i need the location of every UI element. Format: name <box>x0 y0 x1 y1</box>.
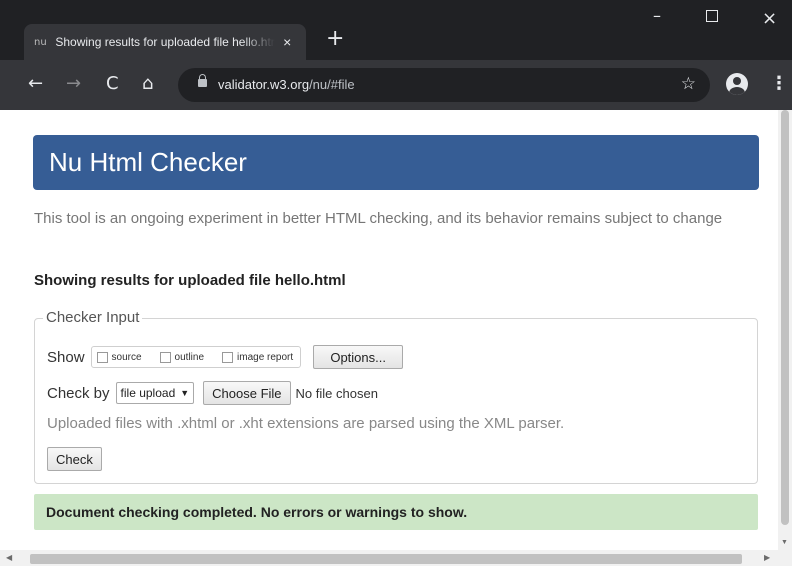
show-options-group: source outline image report <box>90 346 302 368</box>
check-by-value: file upload <box>120 386 176 400</box>
show-outline-option[interactable]: outline <box>159 351 204 363</box>
lock-icon[interactable] <box>198 74 207 87</box>
reload-icon[interactable]: C <box>106 74 119 94</box>
star-icon[interactable]: ☆ <box>681 74 696 94</box>
xml-parser-note: Uploaded files with .xhtml or .xht exten… <box>47 415 565 432</box>
check-by-select[interactable]: file upload ▼ <box>115 382 195 404</box>
page-banner: Nu Html Checker <box>33 135 759 190</box>
profile-icon[interactable] <box>726 73 748 95</box>
scroll-right-arrow-icon[interactable]: ▶ <box>764 553 770 562</box>
url-path: /nu/#file <box>309 77 355 92</box>
home-icon[interactable]: ⌂ <box>142 74 153 94</box>
browser-tab[interactable]: nu Showing results for uploaded file hel… <box>24 24 306 60</box>
address-url[interactable]: validator.w3.org/nu/#file <box>218 77 355 92</box>
horizontal-scrollbar[interactable]: ◀ ▶ <box>0 550 792 566</box>
tab-close-icon[interactable]: × <box>279 34 296 50</box>
dropdown-arrow-icon: ▼ <box>180 388 190 398</box>
browser-titlebar: nu Showing results for uploaded file hel… <box>0 0 792 60</box>
checker-input-fieldset: Checker Input Show source outline image … <box>34 309 758 484</box>
check-by-label: Check by <box>47 384 110 402</box>
horizontal-scroll-thumb[interactable] <box>30 554 742 564</box>
success-message-box: Document checking completed. No errors o… <box>34 494 758 530</box>
results-heading: Showing results for uploaded file hello.… <box>34 272 346 289</box>
outline-label[interactable]: outline <box>175 352 204 363</box>
success-message: Document checking completed. No errors o… <box>46 504 468 520</box>
vertical-scrollbar[interactable]: ▼ <box>778 110 792 550</box>
vertical-scroll-thumb[interactable] <box>781 110 789 525</box>
options-button[interactable]: Options... <box>313 345 404 369</box>
menu-icon[interactable]: ⋮ <box>770 74 788 94</box>
source-checkbox[interactable] <box>96 351 108 363</box>
choose-file-button[interactable]: Choose File <box>203 381 291 405</box>
check-by-row: Check by file upload ▼ Choose File No fi… <box>47 381 378 405</box>
new-tab-button[interactable]: + <box>326 28 344 50</box>
url-host: validator.w3.org <box>218 77 310 92</box>
image-report-label[interactable]: image report <box>237 352 293 363</box>
image-report-checkbox[interactable] <box>222 351 234 363</box>
no-file-status: No file chosen <box>295 385 378 401</box>
favicon-icon: nu <box>34 36 47 48</box>
page-title: Nu Html Checker <box>49 147 247 177</box>
show-source-option[interactable]: source <box>96 351 142 363</box>
scroll-left-arrow-icon[interactable]: ◀ <box>6 553 12 562</box>
show-label: Show <box>47 348 85 366</box>
forward-arrow-icon[interactable]: → <box>66 74 81 94</box>
source-label[interactable]: source <box>112 352 142 363</box>
show-image-report-option[interactable]: image report <box>222 351 293 363</box>
check-button[interactable]: Check <box>47 447 102 471</box>
show-row: Show source outline image report Options… <box>47 345 404 369</box>
tab-title: Showing results for uploaded file hello.… <box>55 35 274 49</box>
intro-text: This tool is an ongoing experiment in be… <box>34 210 723 227</box>
window-close-icon[interactable]: × <box>762 8 777 29</box>
browser-toolbar: ← → C ⌂ validator.w3.org/nu/#file ☆ ⋮ <box>0 60 792 110</box>
checker-input-legend: Checker Input <box>43 309 143 326</box>
minimize-icon[interactable]: – <box>653 6 661 25</box>
maximize-icon[interactable] <box>706 10 718 22</box>
outline-checkbox[interactable] <box>159 351 171 363</box>
scroll-down-arrow-icon[interactable]: ▼ <box>781 539 788 546</box>
back-arrow-icon[interactable]: ← <box>28 74 43 94</box>
address-bar[interactable]: validator.w3.org/nu/#file ☆ <box>178 68 710 102</box>
